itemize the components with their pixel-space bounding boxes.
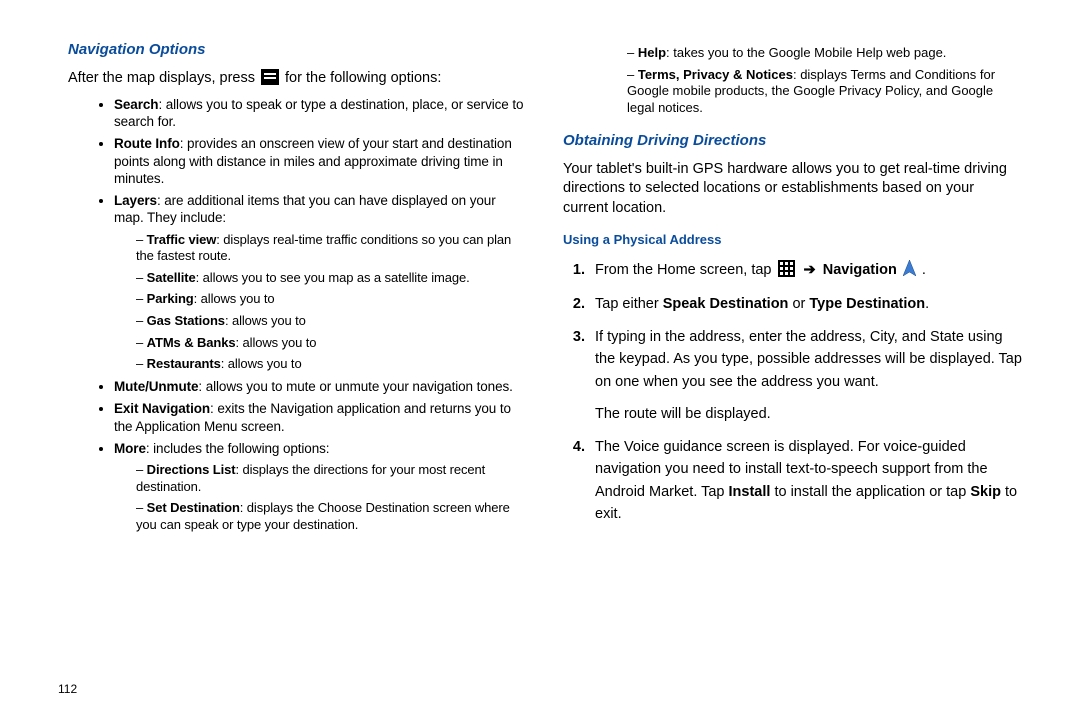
- list-item: Mute/Unmute: allows you to mute or unmut…: [114, 378, 527, 395]
- navigation-arrow-icon: [903, 260, 916, 283]
- menu-icon: [261, 69, 279, 85]
- list-item: More: includes the following options: Di…: [114, 440, 527, 534]
- page-number: 112: [58, 682, 77, 696]
- list-item: Gas Stations: allows you to: [136, 313, 527, 330]
- list-item: From the Home screen, tap ➔ Navigation .: [589, 259, 1022, 283]
- list-item: ATMs & Banks: allows you to: [136, 335, 527, 352]
- list-item: Search: allows you to speak or type a de…: [114, 96, 527, 131]
- steps-list: From the Home screen, tap ➔ Navigation .…: [589, 259, 1022, 526]
- list-item: Terms, Privacy & Notices: displays Terms…: [627, 67, 1022, 117]
- options-list: Search: allows you to speak or type a de…: [114, 96, 527, 534]
- list-item: Restaurants: allows you to: [136, 356, 527, 373]
- list-item: The Voice guidance screen is displayed. …: [589, 436, 1022, 526]
- list-item: Set Destination: displays the Choose Des…: [136, 500, 527, 533]
- list-item: Exit Navigation: exits the Navigation ap…: [114, 400, 527, 435]
- more-sublist: Directions List: displays the directions…: [136, 462, 527, 534]
- more-sublist-cont: Help: takes you to the Google Mobile Hel…: [627, 45, 1022, 117]
- list-item: Help: takes you to the Google Mobile Hel…: [627, 45, 1022, 62]
- list-item: Layers: are additional items that you ca…: [114, 192, 527, 373]
- list-item: Directions List: displays the directions…: [136, 462, 527, 495]
- layers-sublist: Traffic view: displays real-time traffic…: [136, 232, 527, 373]
- list-item: Traffic view: displays real-time traffic…: [136, 232, 527, 265]
- subheading-physical-address: Using a Physical Address: [563, 232, 1022, 249]
- list-item: Tap either Speak Destination or Type Des…: [589, 293, 1022, 315]
- left-column: Navigation Options After the map display…: [50, 40, 545, 700]
- heading-navigation-options: Navigation Options: [68, 40, 527, 59]
- list-item: Satellite: allows you to see you map as …: [136, 270, 527, 287]
- intro-line: After the map displays, press for the fo…: [68, 69, 527, 88]
- right-column: Help: takes you to the Google Mobile Hel…: [545, 40, 1040, 700]
- arrow-icon: ➔: [804, 262, 816, 278]
- list-item: Parking: allows you to: [136, 291, 527, 308]
- list-item: If typing in the address, enter the addr…: [589, 326, 1022, 426]
- apps-grid-icon: [778, 260, 795, 277]
- list-item: Route Info: provides an onscreen view of…: [114, 135, 527, 187]
- heading-obtaining-directions: Obtaining Driving Directions: [563, 131, 1022, 150]
- directions-intro: Your tablet's built-in GPS hardware allo…: [563, 160, 1022, 219]
